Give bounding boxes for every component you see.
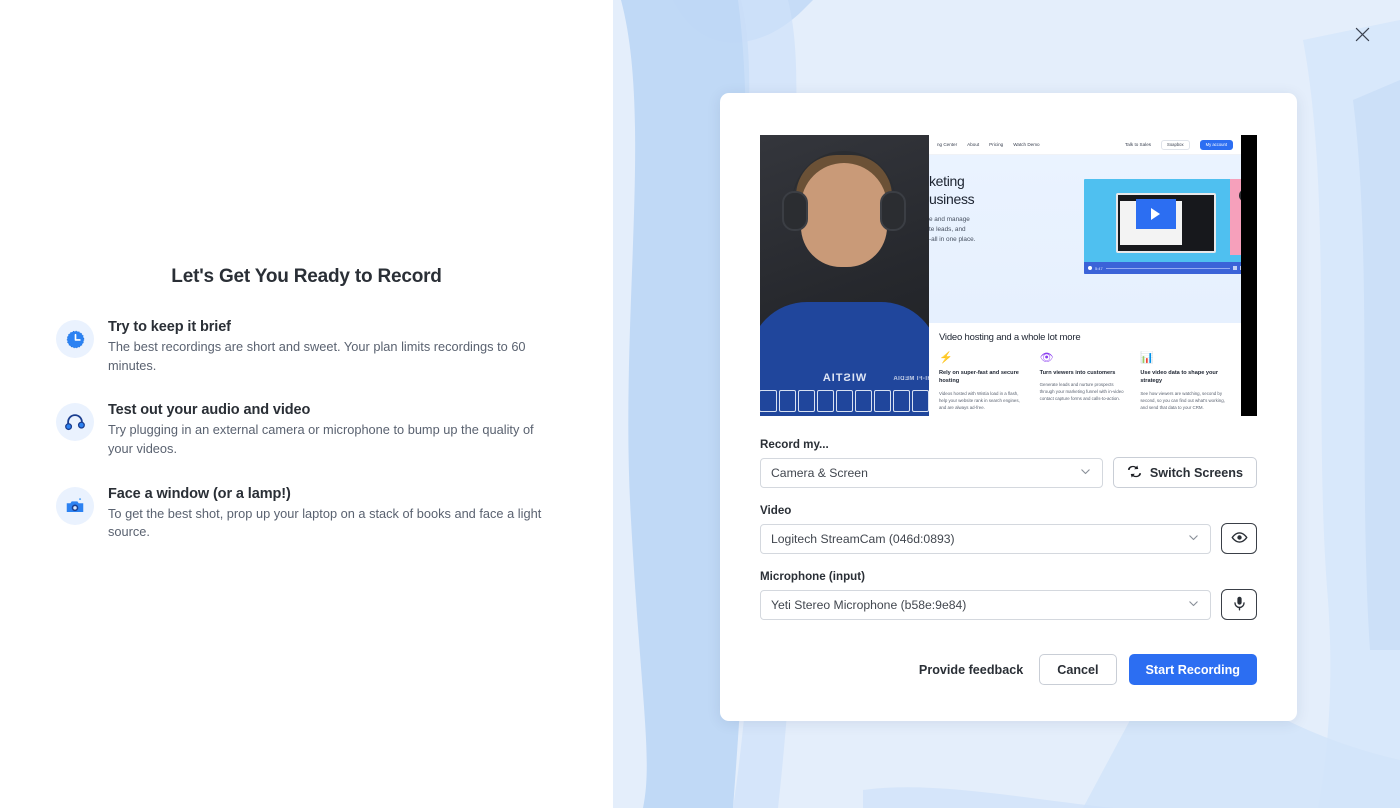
preview-letterbox xyxy=(1241,135,1257,416)
switch-screens-button[interactable]: Switch Screens xyxy=(1112,457,1257,488)
feature-title: Rely on super-fast and secure hosting xyxy=(938,370,1019,385)
tip-item-lighting: Face a window (or a lamp!) To get the be… xyxy=(56,485,557,542)
video-device-select[interactable]: Logitech StreamCam (046d:0893) xyxy=(760,523,1211,554)
video-controls: 5:47 xyxy=(1083,262,1241,274)
screen-share-preview: ng Center About Pricing Watch Demo Talk … xyxy=(928,135,1241,416)
camera-icon xyxy=(56,486,94,525)
bolt-icon: ⚡ xyxy=(938,352,953,364)
modal-backdrop: WISTIA HI-FI MEDIA ng Center About Prici… xyxy=(613,0,1400,808)
switch-screens-label: Switch Screens xyxy=(1149,465,1243,480)
microphone-icon xyxy=(1231,595,1248,615)
eye-icon: 👁 xyxy=(1039,352,1054,364)
chevron-down-icon xyxy=(1079,465,1092,481)
nav-link: Pricing xyxy=(989,142,1004,147)
feature-column: 👁 Turn viewers into customers Generate l… xyxy=(1040,353,1127,411)
headphones-icon xyxy=(56,403,94,442)
feature-column: ⚡ Rely on super-fast and secure hosting … xyxy=(939,353,1026,411)
tip-item-audio-video: Test out your audio and video Try pluggi… xyxy=(56,401,557,458)
eye-icon xyxy=(1230,529,1248,549)
camera-preview: WISTIA HI-FI MEDIA xyxy=(760,135,929,416)
video-preview-toggle-button[interactable] xyxy=(1221,523,1257,554)
video-time: 5:47 xyxy=(1094,265,1103,271)
recording-setup-screen: Let's Get You Ready to Record Try to kee… xyxy=(0,0,1400,808)
shared-screen-hero: keting usiness e and manage te leads, an… xyxy=(928,155,1241,323)
microphone-device-value: Yeti Stereo Microphone (b58e:9e84) xyxy=(771,597,967,612)
feature-title: Turn viewers into customers xyxy=(1039,370,1116,376)
microphone-test-button[interactable] xyxy=(1221,589,1257,620)
tip-item-brief: Try to keep it brief The best recordings… xyxy=(56,318,557,375)
microphone-device-select[interactable]: Yeti Stereo Microphone (b58e:9e84) xyxy=(760,589,1211,620)
feature-body: See how viewers are watching, second by … xyxy=(1140,390,1225,410)
record-my-select[interactable]: Camera & Screen xyxy=(760,457,1103,488)
recording-preview: WISTIA HI-FI MEDIA ng Center About Prici… xyxy=(760,135,1257,416)
close-icon[interactable] xyxy=(1348,20,1376,48)
nav-link: Watch Demo xyxy=(1013,142,1040,147)
shared-screen-features: Video hosting and a whole lot more ⚡ Rel… xyxy=(928,323,1241,411)
clock-icon xyxy=(56,320,94,359)
tip-description: The best recordings are short and sweet.… xyxy=(108,339,526,373)
tips-panel: Let's Get You Ready to Record Try to kee… xyxy=(0,0,613,808)
nav-link: About xyxy=(967,142,980,147)
recording-settings-modal: WISTIA HI-FI MEDIA ng Center About Prici… xyxy=(720,93,1297,721)
nav-pill-account: My account xyxy=(1199,139,1233,150)
tip-title: Face a window (or a lamp!) xyxy=(108,485,291,502)
nav-link-sales: Talk to Sales xyxy=(1125,142,1152,147)
tip-description: To get the best shot, prop up your lapto… xyxy=(108,505,542,540)
features-heading: Video hosting and a whole lot more xyxy=(938,332,1081,343)
recording-settings-form: Record my... Camera & Screen Switch Scre… xyxy=(760,416,1257,685)
chevron-down-icon xyxy=(1187,531,1200,547)
swap-icon xyxy=(1127,464,1142,482)
shared-screen-navbar: ng Center About Pricing Watch Demo Talk … xyxy=(928,135,1241,155)
cancel-button[interactable]: Cancel xyxy=(1039,654,1117,685)
modal-actions: Provide feedback Cancel Start Recording xyxy=(760,654,1257,685)
embedded-video-player: 🔊 5:47 xyxy=(1083,179,1241,274)
feature-body: Videos hosted with Wistia load in a flas… xyxy=(938,390,1020,410)
nav-link: ng Center xyxy=(936,142,958,147)
video-label: Video xyxy=(760,504,792,517)
nav-pill-soapbox: Soapbox xyxy=(1161,139,1190,150)
start-recording-button[interactable]: Start Recording xyxy=(1128,654,1257,685)
play-icon xyxy=(1135,199,1176,229)
tip-title: Try to keep it brief xyxy=(108,319,231,336)
feature-column: 📊 Use video data to shape your strategy … xyxy=(1140,353,1227,411)
video-device-value: Logitech StreamCam (046d:0893) xyxy=(771,531,955,546)
tip-title: Test out your audio and video xyxy=(108,402,311,419)
chevron-down-icon xyxy=(1187,597,1200,613)
hero-subtext: e and manage te leads, and -all in one p… xyxy=(928,215,976,243)
chart-icon: 📊 xyxy=(1140,352,1155,364)
shirt-secondary-text: HI-FI MEDIA xyxy=(892,376,929,382)
tip-description: Try plugging in an external camera or mi… xyxy=(108,422,534,456)
provide-feedback-link[interactable]: Provide feedback xyxy=(919,663,1023,677)
record-my-value: Camera & Screen xyxy=(771,465,868,480)
microphone-label: Microphone (input) xyxy=(760,570,865,583)
record-my-label: Record my... xyxy=(760,438,829,451)
feature-title: Use video data to shape your strategy xyxy=(1140,370,1219,385)
page-title: Let's Get You Ready to Record xyxy=(171,266,442,288)
feature-body: Generate leads and nurture prospects thr… xyxy=(1039,382,1124,402)
hero-heading: keting usiness xyxy=(928,173,975,207)
